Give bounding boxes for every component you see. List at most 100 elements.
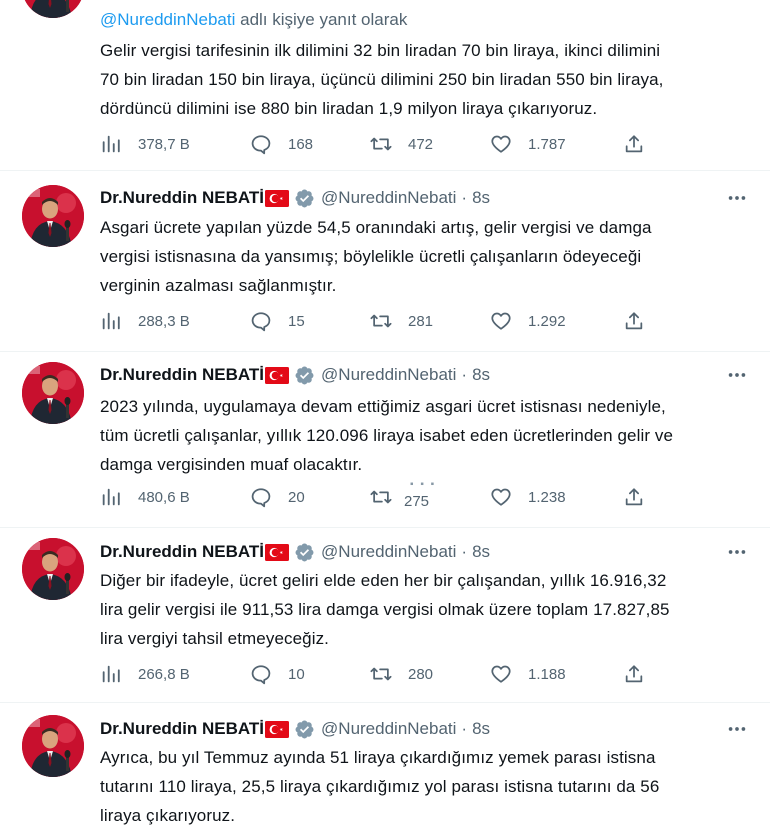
retweet-count: 275 <box>404 493 430 510</box>
reply-to-line: @NureddinNebati adlı kişiye yanıt olarak <box>100 10 407 30</box>
verified-badge-icon <box>294 719 315 740</box>
retweet-icon <box>370 133 392 155</box>
author-handle[interactable]: @NureddinNebati <box>321 542 456 562</box>
avatar[interactable] <box>22 538 84 600</box>
tweet-header: Dr.Nureddin NEBATİ @NureddinNebati · 8s <box>100 540 490 564</box>
views-button[interactable]: 480,6 B <box>100 485 190 509</box>
tweet[interactable]: Dr.Nureddin NEBATİ @NureddinNebati · 8s … <box>0 703 770 829</box>
reply-icon <box>250 133 272 155</box>
separator-dot: · <box>461 719 468 738</box>
avatar[interactable] <box>22 362 84 424</box>
like-button[interactable]: 1.787 <box>490 132 566 156</box>
views-button[interactable]: 288,3 B <box>100 309 190 333</box>
heart-icon <box>490 663 512 685</box>
like-count: 1.188 <box>528 665 566 683</box>
separator-dot: · <box>461 365 468 384</box>
tweet-header: Dr.Nureddin NEBATİ @NureddinNebati · 8s <box>100 717 490 741</box>
more-icon <box>726 364 748 386</box>
retweet-count: 280 <box>408 665 434 683</box>
author-handle[interactable]: @NureddinNebati <box>321 365 456 385</box>
reply-count: 168 <box>288 135 314 153</box>
retweet-button[interactable]: 280 <box>370 662 433 686</box>
more-options-button[interactable] <box>726 718 748 740</box>
share-icon <box>623 133 645 155</box>
more-options-button[interactable] <box>726 541 748 563</box>
more-icon <box>726 718 748 740</box>
tweet-text-line: damga vergisinden muaf olacaktır. <box>100 455 363 474</box>
timestamp[interactable]: 8s <box>472 188 490 208</box>
reply-count: 10 <box>288 665 305 683</box>
like-button[interactable]: 1.292 <box>490 309 566 333</box>
share-button[interactable] <box>623 132 645 156</box>
timestamp[interactable]: 8s <box>472 542 490 562</box>
tweet-text-line: vergisi istisnasına da yansımış; böyleli… <box>100 247 642 266</box>
author-name[interactable]: Dr.Nureddin NEBATİ <box>100 365 264 385</box>
views-button[interactable]: 266,8 B <box>100 662 190 686</box>
tweet-text: Asgari ücrete yapılan yüzde 54,5 oranınd… <box>100 213 740 300</box>
views-button[interactable]: 378,7 B <box>100 132 190 156</box>
retweet-count-transition: ▪ ▪ ▪ <box>410 479 437 490</box>
retweet-icon <box>370 486 392 508</box>
share-button[interactable] <box>623 309 645 333</box>
reply-count: 15 <box>288 312 305 330</box>
retweet-button[interactable]: ▪ ▪ ▪ 275 <box>370 479 444 510</box>
tweet[interactable]: @NureddinNebati adlı kişiye yanıt olarak… <box>0 0 770 170</box>
tweet[interactable]: Dr.Nureddin NEBATİ @NureddinNebati · 8s … <box>0 171 770 351</box>
tweet-text: Ayrıca, bu yıl Temmuz ayında 51 liraya ç… <box>100 743 740 829</box>
timestamp[interactable]: 8s <box>472 365 490 385</box>
views-count: 288,3 B <box>138 312 190 330</box>
more-options-button[interactable] <box>726 364 748 386</box>
analytics-icon <box>100 486 122 508</box>
retweet-button[interactable]: 281 <box>370 309 433 333</box>
share-icon <box>623 663 645 685</box>
tweet-text: 2023 yılında, uygulamaya devam ettiğimiz… <box>100 392 740 479</box>
retweet-icon <box>370 310 392 332</box>
like-count: 1.238 <box>528 488 566 506</box>
reply-icon <box>250 663 272 685</box>
tweet-text-line: liraya çıkarıyoruz. <box>100 806 236 825</box>
avatar[interactable] <box>22 0 84 18</box>
tweet[interactable]: Dr.Nureddin NEBATİ @NureddinNebati · 8s … <box>0 528 770 702</box>
separator-dot: · <box>461 188 468 207</box>
like-count: 1.787 <box>528 135 566 153</box>
share-icon <box>623 310 645 332</box>
more-icon <box>726 541 748 563</box>
reply-button[interactable]: 168 <box>250 132 313 156</box>
author-handle[interactable]: @NureddinNebati <box>321 719 456 739</box>
more-options-button[interactable] <box>726 187 748 209</box>
heart-icon <box>490 310 512 332</box>
turkish-flag-icon <box>265 190 289 207</box>
author-name[interactable]: Dr.Nureddin NEBATİ <box>100 719 264 739</box>
heart-icon <box>490 133 512 155</box>
verified-badge-icon <box>294 188 315 209</box>
share-button[interactable] <box>623 485 645 509</box>
author-name[interactable]: Dr.Nureddin NEBATİ <box>100 188 264 208</box>
tweet-header: Dr.Nureddin NEBATİ @NureddinNebati · 8s <box>100 186 490 210</box>
tweet-text-line: 70 bin liradan 150 bin liraya, üçüncü di… <box>100 70 664 89</box>
reply-to-mention-link[interactable]: @NureddinNebati <box>100 10 235 29</box>
tweet-text-line: lira vergiyi tahsil etmeyeceğiz. <box>100 629 330 648</box>
retweet-button[interactable]: 472 <box>370 132 433 156</box>
analytics-icon <box>100 133 122 155</box>
tweet-text-line: Gelir vergisi tarifesinin ilk dilimini 3… <box>100 41 661 60</box>
avatar[interactable] <box>22 185 84 247</box>
reply-icon <box>250 310 272 332</box>
retweet-count: 281 <box>408 312 434 330</box>
tweet-text-line: tutarını 110 liraya, 25,5 liraya çıkardı… <box>100 777 660 796</box>
retweet-icon <box>370 663 392 685</box>
avatar[interactable] <box>22 715 84 777</box>
turkish-flag-icon <box>265 367 289 384</box>
reply-button[interactable]: 20 <box>250 485 305 509</box>
reply-button[interactable]: 15 <box>250 309 305 333</box>
tweet[interactable]: Dr.Nureddin NEBATİ @NureddinNebati · 8s … <box>0 352 770 527</box>
timestamp[interactable]: 8s <box>472 719 490 739</box>
reply-button[interactable]: 10 <box>250 662 305 686</box>
like-button[interactable]: 1.188 <box>490 662 566 686</box>
views-count: 266,8 B <box>138 665 190 683</box>
author-name[interactable]: Dr.Nureddin NEBATİ <box>100 542 264 562</box>
author-handle[interactable]: @NureddinNebati <box>321 188 456 208</box>
tweet-text-line: Asgari ücrete yapılan yüzde 54,5 oranınd… <box>100 218 652 237</box>
tweet-actions: 378,7 B 168 472 1.787 <box>100 132 660 156</box>
share-button[interactable] <box>623 662 645 686</box>
like-button[interactable]: 1.238 <box>490 485 566 509</box>
